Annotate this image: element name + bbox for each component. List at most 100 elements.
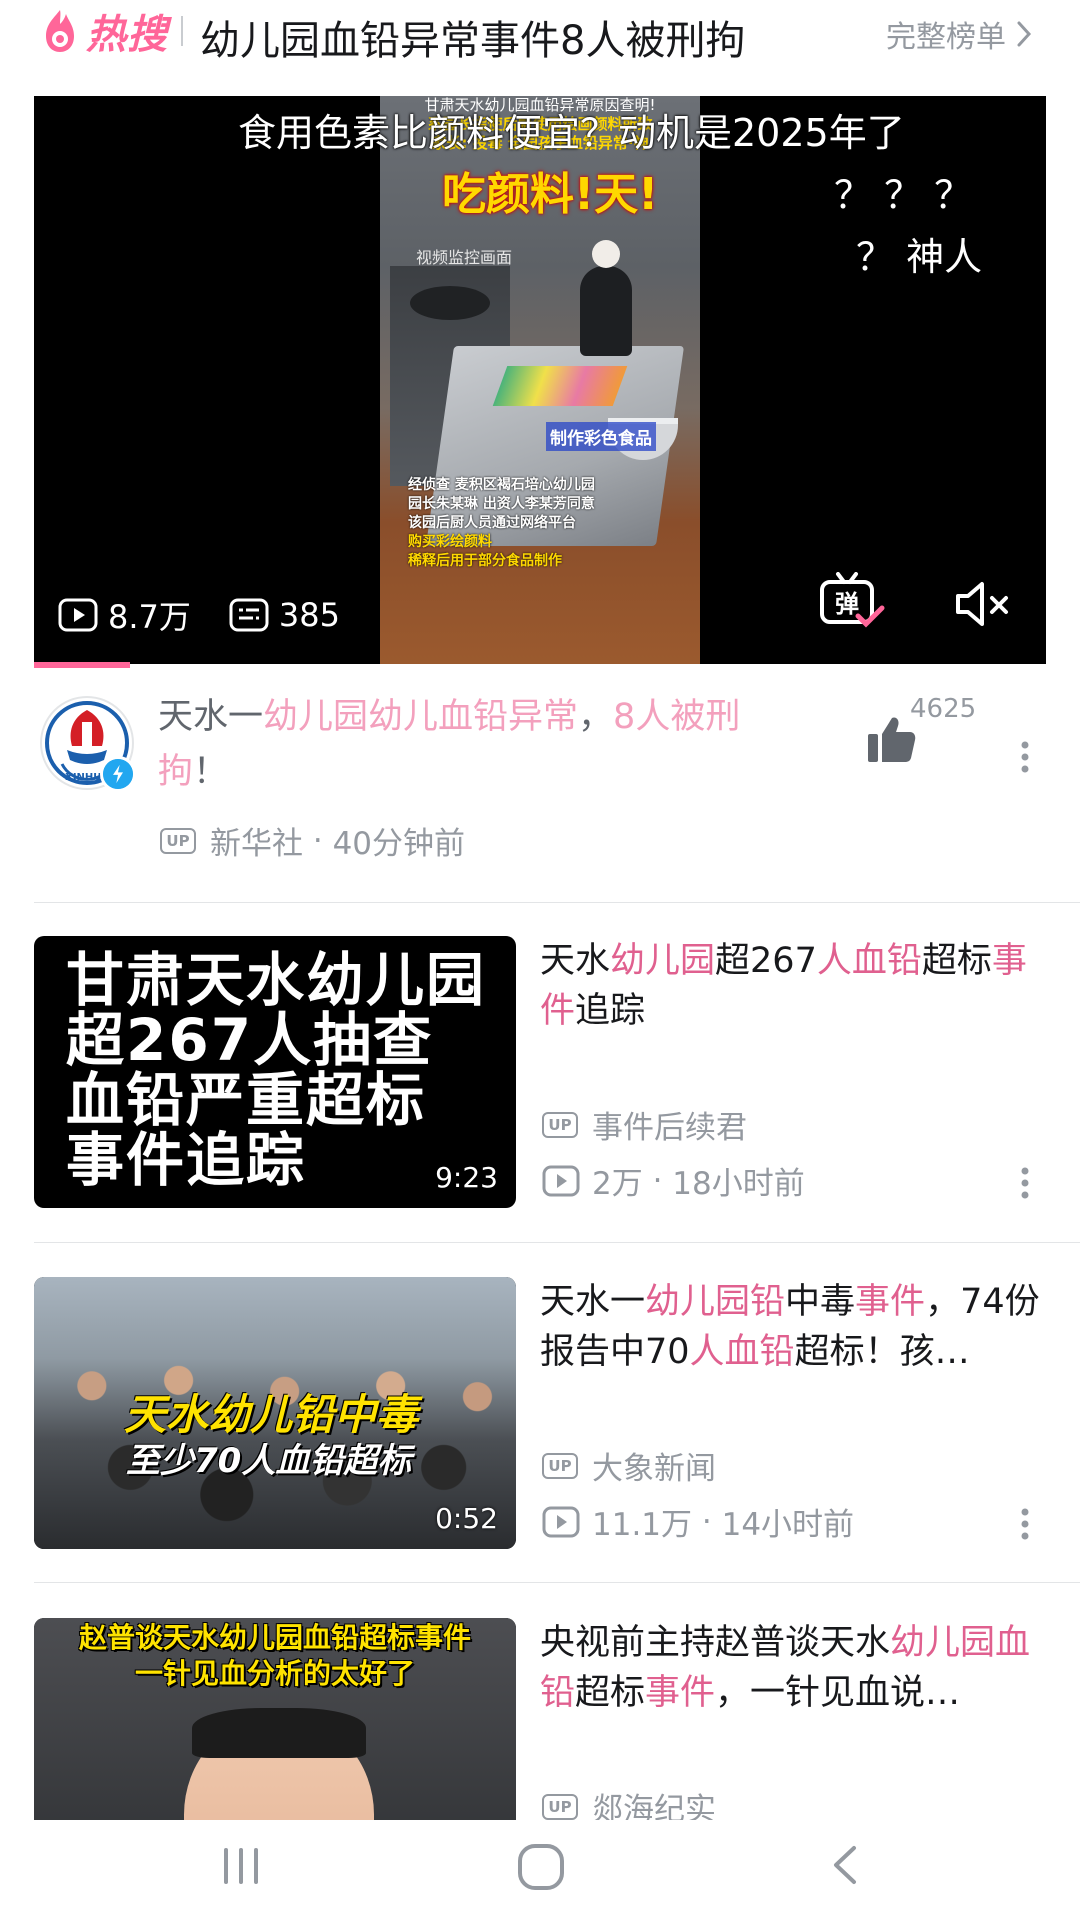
recent-apps-icon[interactable] [218,1842,264,1888]
svg-text:弹: 弹 [835,590,859,618]
more-vertical-icon[interactable] [1020,1166,1030,1200]
featured-author[interactable]: 新华社 [210,818,303,863]
play-count-icon [542,1506,580,1537]
title-text: 超标！孩… [794,1332,970,1372]
title-text: 超标 [921,941,992,981]
kitchen-worker-image [580,240,632,356]
publish-time: 14小时前 [721,1507,855,1543]
play-count-icon [58,598,98,632]
video-thumbnail[interactable]: 赵普谈天水幼儿园血铅超标事件 一针见血分析的太好了 [34,1618,516,1828]
title-keyword: 人血铅 [689,1332,795,1372]
thumbnail-line: 甘肃天水幼儿园 [66,946,487,1014]
view-count-value: 8.7万 [108,598,191,636]
video-thumbnail[interactable]: 天水幼儿铅中毒 至少70人血铅超标 0:52 [34,1277,516,1549]
video-stats: 11.1万 · 14小时前 [542,1499,854,1544]
view-count: 8.7万 [58,592,191,638]
brand-label: 热搜 [86,12,168,58]
danmaku-comment: ？ 神人 [856,235,983,279]
danmaku-comment: ？ ？ ？ [834,173,973,217]
video-title[interactable]: 天水一幼儿园铅中毒事件，74份报告中70人血铅超标！孩… [540,1277,1040,1377]
frame-tag: 制作彩色食品 [546,422,656,451]
thumbnail-line: 赵普谈天水幼儿园血铅超标事件 [78,1621,471,1654]
video-author[interactable]: UP 大象新闻 [542,1443,716,1488]
system-navigation-bar [0,1820,1080,1909]
video-duration: 9:23 [435,1161,498,1194]
main-video-player[interactable]: 甘肃天水幼儿园血铅异常原因查明! 系园长指使后厨使用绘画颜料所致 家长: 投毒 … [34,96,1046,664]
video-progress-bar[interactable] [34,662,1046,668]
header: 热搜 幼儿园血铅异常事件8人被刑拘 完整榜单 [0,0,1080,66]
frame-caption: 吃颜料!天! [442,169,659,220]
full-list-label: 完整榜单 [886,20,1006,55]
title-keyword: 人血铅 [816,941,922,981]
title-keyword: 幼儿园 [610,941,716,981]
title-text: 天水 [540,941,611,981]
video-title[interactable]: 央视前主持赵普谈天水幼儿园血铅超标事件，一针见血说… [540,1618,1040,1718]
featured-post[interactable]: XINHUA 天水一幼儿园幼儿血铅异常，8人被刑拘！ 4625 UP 新华社 ·… [0,690,1080,902]
video-progress-fill [34,662,131,668]
danmaku-comment: 食用色素比颜料便宜？动机是2025年了 [238,111,905,155]
divider [34,902,1080,903]
title-keyword: 事件 [645,1673,716,1713]
title-keyword: 事件 [855,1282,926,1322]
colored-food-image [492,366,628,406]
comment-count-value: 385 [278,596,340,634]
more-vertical-icon[interactable] [1020,1507,1030,1541]
title-text: 超标 [575,1673,646,1713]
up-badge-icon: UP [542,1793,578,1820]
meta-separator: · [642,1162,673,1199]
thumbnail-text: 甘肃天水幼儿园 超267人抽查 血铅严重超标 事件追踪 [66,950,486,1190]
view-count: 11.1万 [592,1507,693,1543]
frame-note-line: 购买彩绘颜料 [408,534,492,550]
home-icon[interactable] [516,1842,566,1892]
full-list-link[interactable]: 完整榜单 [886,12,1032,56]
page-title: 幼儿园血铅异常事件8人被刑拘 [200,18,746,64]
danmaku-count-icon [229,598,269,632]
title-keyword: 幼儿园幼儿血铅异常 [263,697,579,737]
thumbnail-line: 事件追踪 [66,1126,307,1194]
back-icon[interactable] [826,1842,862,1888]
frame-notes: 经侦查 麦积区褐石培心幼儿园 园长朱某琳 出资人李某芳同意 该园后厨人员通过网络… [408,476,638,571]
up-badge-icon: UP [542,1111,578,1138]
meta-separator: · [303,822,333,859]
featured-title[interactable]: 天水一幼儿园幼儿血铅异常，8人被刑拘！ [158,690,798,800]
play-count-icon [542,1165,580,1196]
title-text: 追踪 [575,991,646,1031]
up-badge-icon: UP [542,1452,578,1479]
thumbnail-line: 至少70人血铅超标 [126,1441,412,1481]
frame-note-line: 稀释后用于部分食品制作 [408,553,562,569]
video-frame: 甘肃天水幼儿园血铅异常原因查明! 系园长指使后厨使用绘画颜料所致 家长: 投毒 … [380,96,700,664]
thumbnail-line: 一针见血分析的太好了 [134,1657,415,1690]
title-text: 中毒 [785,1282,856,1322]
author-name: 事件后续君 [592,1110,747,1146]
view-count: 2万 [592,1166,643,1202]
featured-time: 40分钟前 [332,826,466,862]
title-text: 央视前主持赵普谈天水 [540,1623,891,1663]
frame-note-line: 该园后厨人员通过网络平台 [408,515,576,531]
video-stats: 8.7万 385 [58,592,378,638]
mute-icon[interactable] [954,576,1014,632]
danmaku-toggle-icon[interactable]: 弹 [818,572,888,636]
thumbnail-line: 超267人抽查 [66,1006,434,1074]
video-title[interactable]: 天水幼儿园超267人血铅超标事件追踪 [540,936,1040,1036]
title-text: 天水一 [540,1282,646,1322]
hot-search-brand[interactable]: 热搜 [40,6,168,58]
list-item[interactable]: 赵普谈天水幼儿园血铅超标事件 一针见血分析的太好了 央视前主持赵普谈天水幼儿园血… [0,1618,1080,1828]
featured-meta: UP 新华社 · 40分钟前 [160,818,465,863]
more-vertical-icon[interactable] [1020,740,1030,774]
title-text: ，一针见血说… [715,1673,961,1713]
frame-note-line: 园长朱某琳 出资人李某芳同意 [408,496,595,512]
presenter-hair-image [192,1708,366,1758]
list-item[interactable]: 天水幼儿铅中毒 至少70人血铅超标 0:52 天水一幼儿园铅中毒事件，74份报告… [0,1277,1080,1549]
author-name: 大象新闻 [592,1451,716,1487]
title-text: ！ [193,752,229,792]
divider [34,1582,1080,1583]
comment-count: 385 [229,596,340,634]
list-item[interactable]: 甘肃天水幼儿园 超267人抽查 血铅严重超标 事件追踪 9:23 天水幼儿园超2… [0,936,1080,1208]
video-stats: 2万 · 18小时前 [542,1158,805,1203]
hot-search-icon [46,10,74,52]
video-author[interactable]: UP 事件后续君 [542,1102,747,1147]
header-divider [181,16,183,46]
video-thumbnail[interactable]: 甘肃天水幼儿园 超267人抽查 血铅严重超标 事件追踪 9:23 [34,936,516,1208]
frame-note-line: 经侦查 麦积区褐石培心幼儿园 [408,477,595,493]
chevron-right-icon [1017,21,1032,47]
